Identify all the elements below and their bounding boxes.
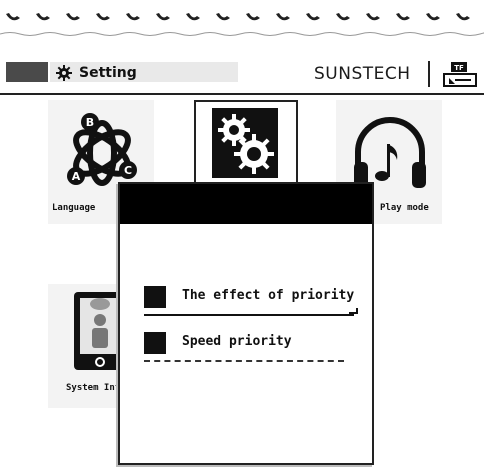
gear-icon [56, 65, 72, 81]
brand-separator [428, 61, 430, 87]
option-effect-priority-label: The effect of priority [182, 288, 355, 303]
option-speed-priority[interactable]: Speed priority [144, 332, 354, 362]
menu-item-system-info-label: System Info [66, 383, 126, 393]
svg-text:C: C [124, 164, 132, 177]
option-speed-priority-label: Speed priority [182, 334, 292, 349]
settings-gears-icon [212, 108, 278, 178]
brand-logo: SUNSTECH [314, 64, 411, 84]
svg-text:A: A [72, 170, 81, 183]
option-radio-selected[interactable] [144, 286, 166, 308]
tf-card-icon: TF [443, 62, 477, 87]
priority-dialog: The effect of priority Speed priority [118, 182, 374, 465]
option-selected-underline [144, 314, 354, 316]
option-radio[interactable] [144, 332, 166, 354]
page-title: Setting [79, 65, 137, 81]
menu-item-play-mode-label: Play mode [380, 203, 429, 213]
header-accent-block [6, 62, 48, 82]
menu-item-language-label: Language [52, 203, 96, 213]
header-divider [0, 93, 484, 95]
selection-caret-icon [349, 308, 358, 314]
notebook-binding [0, 13, 484, 36]
tf-badge-text: TF [454, 64, 464, 72]
dialog-titlebar [120, 184, 372, 224]
menu-item-settings[interactable] [194, 100, 298, 186]
option-dashed-underline [144, 360, 344, 362]
option-effect-priority[interactable]: The effect of priority [144, 286, 358, 316]
svg-text:B: B [86, 116, 94, 129]
